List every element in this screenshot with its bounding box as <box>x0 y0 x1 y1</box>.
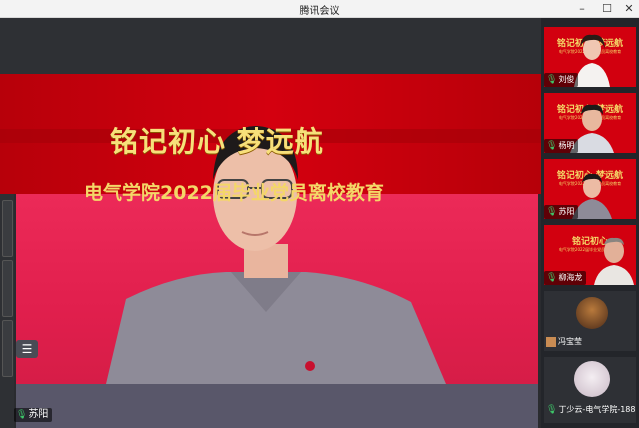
speaker-name-tag: 🎙苏阳 <box>14 408 53 422</box>
main-video-stage[interactable]: 铭记初心 梦远航 电气学院2022届毕业党员离校教育 ☰ 🎙苏阳 <box>0 18 541 428</box>
left-tab-2[interactable] <box>2 260 13 317</box>
list-icon: ☰ <box>21 342 33 356</box>
participant-list-button[interactable]: ☰ <box>16 340 38 358</box>
left-tab-3[interactable] <box>2 320 13 377</box>
participant-tile[interactable]: 铭记初心 梦远航 电气学院2022届毕业党员离校教育 🎙刘俊 <box>544 27 636 87</box>
participant-name-tag: 🎙丁少云-电气学院-1889 <box>544 403 636 417</box>
participant-tile[interactable]: 铭记初心 梦远航 电气学院2022届毕业党员离校教育 🎙杨明 <box>544 93 636 153</box>
microphone-icon: 🎙 <box>546 405 558 415</box>
participant-name: 苏阳 <box>558 207 575 216</box>
participant-name-tag: 🎙杨明 <box>544 139 579 153</box>
participant-sidebar[interactable]: 铭记初心 梦远航 电气学院2022届毕业党员离校教育 🎙刘俊 铭记初心 梦远航 … <box>541 18 639 428</box>
microphone-icon: 🎙 <box>546 207 558 217</box>
participant-tile[interactable]: 铭记初心 梦远航 电气学院2022届毕业党员离校教育 🎙苏阳 <box>544 159 636 219</box>
participant-name-tag: 🎙刘俊 <box>544 73 579 87</box>
avatar-thumb-icon <box>546 336 556 347</box>
banner-subtitle: 电气学院2022届毕业党员离校教育 <box>84 182 384 204</box>
minimize-button[interactable]: – <box>571 0 593 17</box>
microphone-icon: 🎙 <box>546 141 558 151</box>
participant-name: 刘俊 <box>558 75 575 84</box>
participant-tile[interactable]: 🎙丁少云-电气学院-1889 <box>544 357 636 423</box>
stage-bottom-strip <box>16 384 538 428</box>
participant-name: 柳海龙 <box>558 273 583 282</box>
title-bar: 腾讯会议 – ☐ ✕ <box>0 0 639 18</box>
participant-video <box>594 237 634 285</box>
microphone-icon: 🎙 <box>546 75 558 85</box>
close-button[interactable]: ✕ <box>618 0 639 17</box>
participant-tile[interactable]: 冯宝莹 <box>544 291 636 351</box>
participant-name: 丁少云-电气学院-1889 <box>558 405 636 414</box>
microphone-icon: 🎙 <box>546 273 558 283</box>
banner-title: 铭记初心 梦远航 <box>110 125 324 158</box>
participant-name-tag: 冯宝莹 <box>544 335 586 349</box>
participant-avatar <box>576 297 608 329</box>
participant-avatar <box>574 361 610 397</box>
left-toolbar <box>0 194 14 428</box>
speaker-name: 苏阳 <box>28 409 49 420</box>
participant-name-tag: 🎙苏阳 <box>544 205 579 219</box>
left-tab-1[interactable] <box>2 200 13 257</box>
stage-top-area <box>0 18 541 74</box>
participant-tile[interactable]: 铭记初心 电气学院2022届毕业党员离校教育 🎙柳海龙 <box>544 225 636 285</box>
participant-name-tag: 🎙柳海龙 <box>544 271 587 285</box>
maximize-button[interactable]: ☐ <box>596 0 618 17</box>
microphone-icon: 🎙 <box>16 410 28 420</box>
window-title: 腾讯会议 <box>299 6 340 17</box>
participant-name: 冯宝莹 <box>558 337 582 346</box>
participant-name: 杨明 <box>558 141 575 150</box>
